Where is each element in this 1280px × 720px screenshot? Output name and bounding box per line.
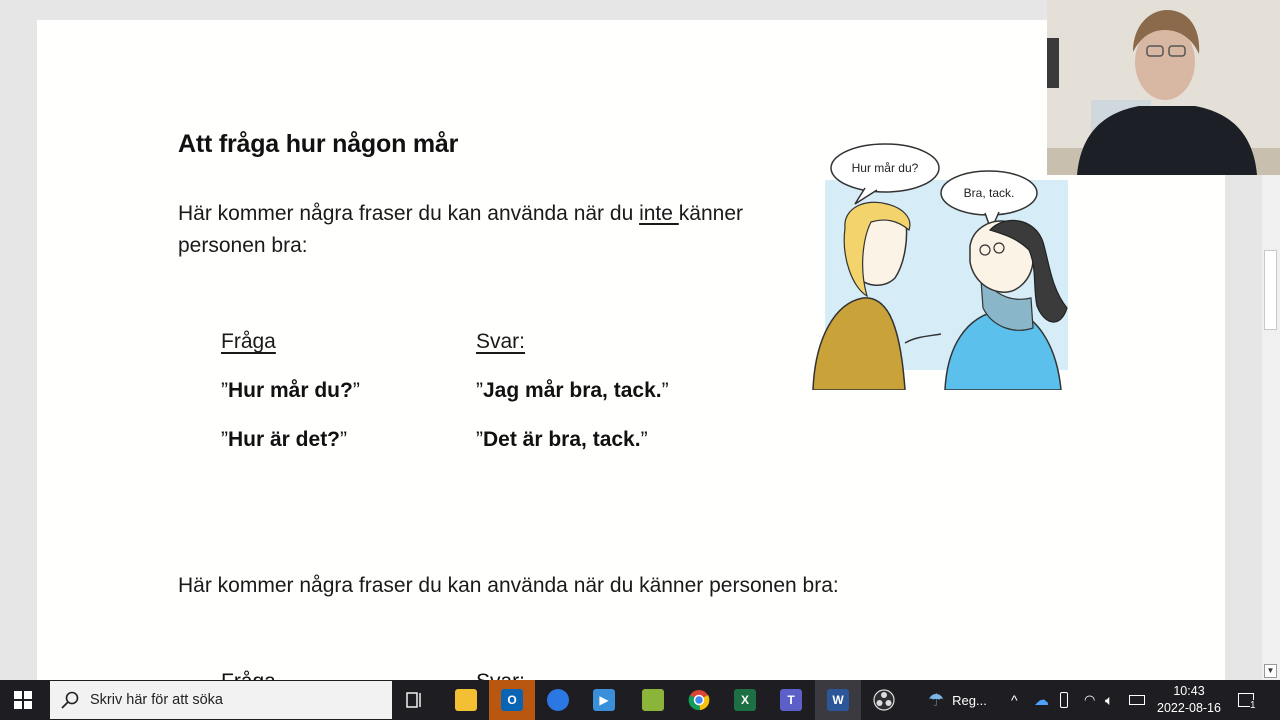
scroll-down-arrow-icon[interactable]: ▼ bbox=[1264, 664, 1277, 678]
task-view-icon bbox=[406, 692, 421, 708]
quote-mark: ” bbox=[476, 379, 483, 402]
document-heading: Att fråga hur någon mår bbox=[178, 130, 459, 158]
game-app-button[interactable] bbox=[630, 680, 676, 720]
chrome-button[interactable] bbox=[676, 680, 722, 720]
quote-mark: ” bbox=[352, 379, 360, 402]
webcam-overlay bbox=[1047, 0, 1280, 175]
column-header-answer: Svar: bbox=[476, 330, 526, 353]
volume-button[interactable]: 🔈︎ bbox=[1105, 680, 1113, 720]
quote-mark: ” bbox=[640, 428, 648, 451]
weather-label: Reg... bbox=[952, 692, 987, 708]
obs-button[interactable] bbox=[861, 680, 907, 720]
teams-button[interactable]: T bbox=[768, 680, 814, 720]
word-icon: W bbox=[827, 689, 849, 711]
second-paragraph: Här kommer några fraser du kan använda n… bbox=[178, 574, 839, 597]
wifi-icon: ◠ bbox=[1084, 692, 1096, 707]
windows-logo-icon bbox=[14, 691, 32, 709]
quote-mark: ” bbox=[221, 428, 228, 451]
phrase-question-1: ”Hur mår du?” bbox=[221, 379, 360, 403]
start-button[interactable] bbox=[0, 680, 46, 720]
phrase-text: Det är bra, tack. bbox=[483, 428, 641, 451]
battery-button[interactable] bbox=[1129, 680, 1145, 720]
bubble-right-text: Bra, tack. bbox=[964, 186, 1015, 200]
phrase-question-2: ”Hur är det?” bbox=[221, 428, 347, 452]
windows-taskbar: Skriv här för att söka O ▶ X T W ☂ Reg..… bbox=[0, 680, 1280, 720]
folder-icon bbox=[455, 689, 477, 711]
usb-icon bbox=[1060, 692, 1068, 708]
outlook-button[interactable]: O bbox=[489, 680, 535, 720]
notification-badge: 1 bbox=[1250, 699, 1256, 711]
excel-button[interactable]: X bbox=[722, 680, 768, 720]
quote-mark: ” bbox=[340, 428, 348, 451]
excel-icon: X bbox=[734, 689, 756, 711]
taskbar-search-box[interactable]: Skriv här för att söka bbox=[50, 681, 392, 719]
outlook-icon: O bbox=[501, 689, 523, 711]
intro-underlined-word: inte bbox=[639, 202, 679, 225]
file-explorer-button[interactable] bbox=[443, 680, 489, 720]
clock[interactable]: 10:43 2022-08-16 bbox=[1150, 683, 1228, 717]
quote-mark: ” bbox=[221, 379, 228, 402]
chevron-up-icon: ^ bbox=[1011, 692, 1018, 708]
column-header-question: Fråga bbox=[221, 330, 276, 353]
show-hidden-icons-button[interactable]: ^ bbox=[1011, 680, 1018, 720]
task-view-button[interactable] bbox=[392, 680, 438, 720]
phrase-answer-1: ”Jag mår bra, tack.” bbox=[476, 379, 669, 403]
phrase-text: Hur är det? bbox=[228, 428, 341, 451]
weather-widget[interactable]: ☂ Reg... bbox=[928, 680, 987, 720]
quote-mark: ” bbox=[661, 379, 669, 402]
phrase-answer-2: ”Det är bra, tack.” bbox=[476, 428, 648, 452]
search-icon bbox=[61, 691, 79, 709]
media-app-button[interactable]: ▶ bbox=[581, 680, 627, 720]
presenter-video bbox=[1047, 0, 1280, 175]
game-icon bbox=[642, 689, 664, 711]
scrollbar-thumb[interactable] bbox=[1264, 250, 1277, 330]
speaker-icon: 🔈︎ bbox=[1105, 691, 1114, 708]
teams-icon: T bbox=[780, 689, 802, 711]
cut-off-column-header-question: Fråga bbox=[221, 670, 276, 680]
conversation-illustration: Hur mår du? Bra, tack. bbox=[812, 143, 1068, 390]
word-button[interactable]: W bbox=[815, 680, 861, 720]
blue-circle-app-button[interactable] bbox=[535, 680, 581, 720]
intro-text-before: Här kommer några fraser du kan använda n… bbox=[178, 202, 640, 225]
battery-icon bbox=[1129, 695, 1145, 705]
search-placeholder: Skriv här för att söka bbox=[90, 692, 223, 708]
notification-center-button[interactable]: 1 bbox=[1238, 680, 1256, 720]
cut-off-column-header-answer: Svar: bbox=[476, 670, 525, 680]
weather-umbrella-icon: ☂ bbox=[928, 689, 945, 710]
intro-paragraph: Här kommer några fraser du kan använda n… bbox=[178, 198, 798, 262]
quote-mark: ” bbox=[476, 428, 483, 451]
bubble-left-text: Hur mår du? bbox=[852, 161, 919, 175]
obs-icon bbox=[873, 689, 895, 711]
cloud-icon: ☁ bbox=[1034, 692, 1049, 709]
phrase-text: Jag mår bra, tack. bbox=[483, 379, 662, 402]
usb-button[interactable] bbox=[1060, 680, 1068, 720]
media-icon: ▶ bbox=[593, 689, 615, 711]
phrase-text: Hur mår du? bbox=[228, 379, 353, 402]
network-button[interactable]: ◠ bbox=[1084, 680, 1095, 720]
clock-time: 10:43 bbox=[1173, 684, 1205, 698]
clock-date: 2022-08-16 bbox=[1157, 701, 1221, 715]
onedrive-button[interactable]: ☁ bbox=[1034, 680, 1049, 720]
chrome-icon bbox=[688, 690, 710, 711]
app-circle-icon bbox=[547, 689, 569, 711]
